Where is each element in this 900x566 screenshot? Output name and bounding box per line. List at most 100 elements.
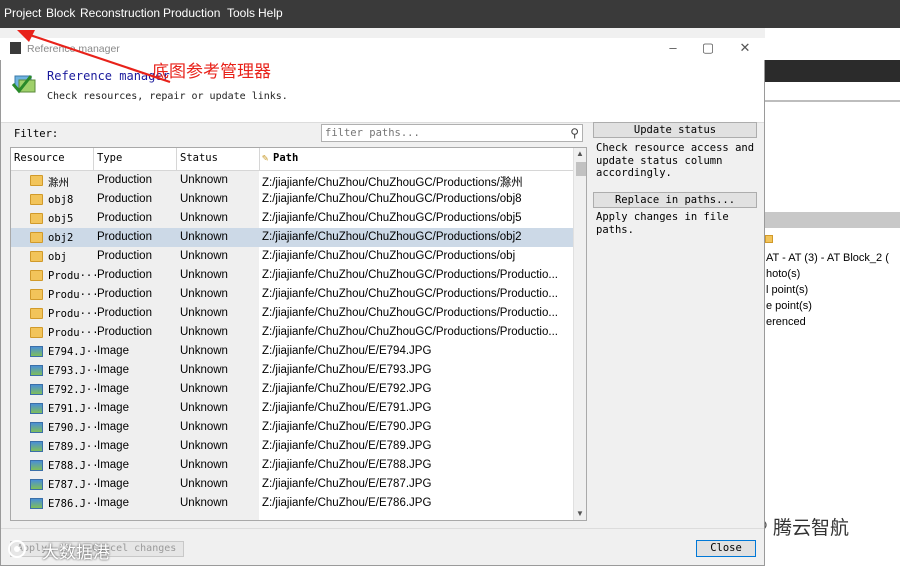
menu-tools[interactable]: Tools (227, 6, 255, 20)
folder-icon (30, 194, 43, 205)
folder-icon (30, 308, 43, 319)
table-row[interactable]: E786.J···Image Unknown Z:/jiajianfe/ChuZho… (11, 494, 573, 513)
menu-help[interactable]: Help (258, 6, 283, 20)
column-header-path[interactable]: Path (273, 152, 298, 164)
annotation-label: 底图参考管理器 (152, 62, 271, 82)
cell-resource: obj5 (48, 213, 74, 225)
table-row[interactable]: E793.J···Image Unknown Z:/jiajianfe/ChuZho… (11, 361, 573, 380)
replace-in-paths-button[interactable]: Replace in paths... (593, 192, 757, 208)
close-button[interactable]: Close (696, 540, 756, 557)
folder-icon (765, 235, 773, 243)
cell-resource: E793.J··· (48, 365, 96, 377)
cell-status: Unknown (180, 288, 228, 300)
table-row[interactable]: Produ··· Production Unknown Z:/jiajianfe/Ch… (11, 323, 573, 342)
table-row[interactable]: obj2 Production Unknown Z:/jiajianfe/ChuZho… (11, 228, 573, 247)
scroll-down-icon[interactable]: ▼ (576, 509, 584, 518)
watermark-left: 大数据港 (42, 543, 110, 563)
cell-resource: E788.J··· (48, 460, 96, 472)
folder-icon (30, 175, 43, 186)
cell-path: Z:/jiajianfe/ChuZhou/E/E790.JPG (262, 421, 432, 433)
cell-resource: E789.J··· (48, 441, 96, 453)
folder-icon (30, 289, 43, 300)
table-row[interactable]: E787.J···Image Unknown Z:/jiajianfe/ChuZho… (11, 475, 573, 494)
cell-path: Z:/jiajianfe/ChuZhou/E/E792.JPG (262, 383, 432, 395)
tree-item-control-points[interactable]: l point(s) (766, 284, 808, 296)
image-icon (30, 384, 43, 395)
cell-path: Z:/jiajianfe/ChuZhou/E/E791.JPG (262, 402, 432, 414)
tree-item-tie-points[interactable]: e point(s) (766, 300, 812, 312)
update-status-description: Check resource access and update status … (596, 142, 755, 179)
cell-status: Unknown (180, 326, 228, 338)
cell-resource: 滁州 (48, 177, 69, 189)
cell-type: Production (97, 174, 152, 186)
cell-type: Production (97, 212, 152, 224)
folder-icon (30, 232, 43, 243)
image-icon (30, 403, 43, 414)
cell-path: Z:/jiajianfe/ChuZhou/ChuZhouGC/Productio… (262, 231, 522, 243)
cell-resource: Produ··· (48, 289, 96, 301)
table-row[interactable]: 滁州 Production Unknown Z:/jiajianfe/ChuZhou/… (11, 171, 573, 190)
background-divider (765, 100, 900, 102)
filter-label: Filter: (14, 128, 59, 140)
table-row[interactable]: E788.J···Image Unknown Z:/jiajianfe/ChuZho… (11, 456, 573, 475)
tree-item-photos[interactable]: hoto(s) (766, 268, 800, 280)
table-row[interactable]: obj5 Production Unknown Z:/jiajianfe/ChuZho… (11, 209, 573, 228)
folder-icon (30, 327, 43, 338)
table-row[interactable]: obj8 Production Unknown Z:/jiajianfe/ChuZho… (11, 190, 573, 209)
search-icon[interactable]: ⚲ (570, 126, 579, 140)
table-row[interactable]: obj Production Unknown Z:/jiajianfe/ChuZhou… (11, 247, 573, 266)
cell-status: Unknown (180, 421, 228, 433)
background-app-toolbar (765, 60, 900, 82)
cell-resource: E790.J··· (48, 422, 96, 434)
table-row[interactable]: E794.J···Image Unknown Z:/jiajianfe/ChuZho… (11, 342, 573, 361)
cell-path: Z:/jiajianfe/ChuZhou/ChuZhouGC/Productio… (262, 250, 516, 262)
vertical-scrollbar[interactable]: ▲ ▼ (573, 148, 586, 520)
cell-path: Z:/jiajianfe/ChuZhou/ChuZhouGC/Productio… (262, 269, 558, 281)
menu-project[interactable]: Project (4, 6, 41, 20)
cell-resource: Produ··· (48, 270, 96, 282)
filter-input[interactable] (325, 126, 555, 140)
cell-status: Unknown (180, 440, 228, 452)
cell-status: Unknown (180, 459, 228, 471)
cell-path: Z:/jiajianfe/ChuZhou/E/E788.JPG (262, 459, 432, 471)
cell-status: Unknown (180, 497, 228, 509)
image-icon (30, 422, 43, 433)
annotation-arrow (5, 20, 175, 90)
table-row[interactable]: Produ··· Production Unknown Z:/jiajianfe/Ch… (11, 304, 573, 323)
cell-status: Unknown (180, 307, 228, 319)
image-icon (30, 498, 43, 509)
cell-status: Unknown (180, 193, 228, 205)
table-row[interactable]: E791.J···Image Unknown Z:/jiajianfe/ChuZho… (11, 399, 573, 418)
update-status-button[interactable]: Update status (593, 122, 757, 138)
minimize-button[interactable]: – (666, 41, 680, 54)
scroll-up-icon[interactable]: ▲ (576, 149, 584, 158)
cell-resource: obj (48, 251, 67, 263)
tree-item-georeferenced[interactable]: erenced (766, 316, 806, 328)
filter-input-box[interactable]: ⚲ (321, 124, 583, 142)
column-header-status[interactable]: Status (180, 152, 218, 164)
menu-reconstruction[interactable]: Reconstruction (80, 6, 160, 20)
cell-type: Production (97, 250, 152, 262)
table-row[interactable]: E790.J···Image Unknown Z:/jiajianfe/ChuZho… (11, 418, 573, 437)
cell-path: Z:/jiajianfe/ChuZhou/E/E793.JPG (262, 364, 432, 376)
scrollbar-thumb[interactable] (576, 162, 586, 176)
column-header-type[interactable]: Type (97, 152, 122, 164)
table-row[interactable]: E789.J···Image Unknown Z:/jiajianfe/ChuZho… (11, 437, 573, 456)
menu-block[interactable]: Block (46, 6, 75, 20)
cell-path: Z:/jiajianfe/ChuZhou/ChuZhouGC/Productio… (262, 177, 523, 189)
image-icon (30, 441, 43, 452)
table-row[interactable]: Produ··· Production Unknown Z:/jiajianfe/Ch… (11, 285, 573, 304)
cell-type: Image (97, 440, 129, 452)
cell-type: Production (97, 326, 152, 338)
cell-resource: E786.J··· (48, 498, 96, 510)
image-icon (30, 479, 43, 490)
close-window-button[interactable]: ✕ (738, 41, 752, 54)
table-row[interactable]: Produ··· Production Unknown Z:/jiajianfe/Ch… (11, 266, 573, 285)
tree-item-block[interactable]: AT - AT (3) - AT Block_2 ( (766, 252, 889, 264)
cell-resource: Produ··· (48, 308, 96, 320)
column-header-resource[interactable]: Resource (14, 152, 65, 164)
maximize-button[interactable]: ▢ (701, 41, 715, 54)
menu-production[interactable]: Production (163, 6, 220, 20)
table-row[interactable]: E792.J···Image Unknown Z:/jiajianfe/ChuZho… (11, 380, 573, 399)
cell-resource: Produ··· (48, 327, 96, 339)
